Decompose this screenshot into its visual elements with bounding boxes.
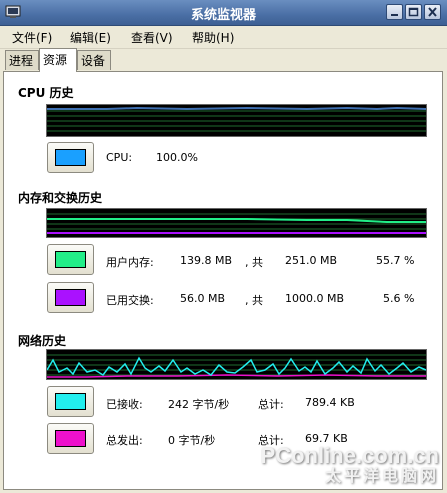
tab-resources[interactable]: 资源 [39, 48, 77, 72]
received-rate: 242 字节/秒 [168, 398, 230, 411]
watermark-line1: PConline.com.cn [260, 443, 439, 468]
cpu-label: CPU: [106, 151, 133, 164]
close-button[interactable] [424, 4, 441, 20]
tab-processes[interactable]: 进程 [5, 50, 39, 70]
title-bar[interactable]: 系统监视器 [0, 0, 447, 26]
swap-total: 1000.0 MB [285, 292, 345, 305]
memory-used: 139.8 MB [180, 254, 233, 267]
swap-used: 56.0 MB [180, 292, 226, 305]
cpu-value: 100.0% [156, 151, 198, 164]
swap-separator: , 共 [245, 294, 263, 307]
swap-label: 已用交换: [106, 294, 154, 307]
menu-help[interactable]: 帮助(H) [188, 28, 238, 47]
swap-color-swatch [55, 289, 86, 306]
received-total: 789.4 KB [305, 396, 355, 409]
cpu-history-heading: CPU 历史 [18, 86, 74, 100]
cpu-history-graph [46, 104, 427, 137]
watermark-line2: 太平洋电脑网 [324, 466, 439, 485]
memory-separator: , 共 [245, 256, 263, 269]
menu-file[interactable]: 文件(F) [8, 28, 56, 47]
watermark-logo: PConline.com.cn 太平洋电脑网 [261, 445, 439, 485]
maximize-button[interactable] [405, 4, 422, 20]
memory-history-heading: 内存和交换历史 [18, 191, 103, 205]
minimize-button[interactable] [386, 4, 403, 20]
cpu-color-button[interactable] [47, 142, 94, 173]
sent-label: 总发出: [106, 434, 143, 447]
sent-color-button[interactable] [47, 423, 94, 454]
cpu-color-swatch [55, 149, 86, 166]
menu-edit[interactable]: 编辑(E) [66, 28, 115, 47]
received-color-swatch [55, 393, 86, 410]
memory-percent: 55.7 % [376, 254, 415, 267]
memory-label: 用户内存: [106, 256, 154, 269]
received-color-button[interactable] [47, 386, 94, 417]
sent-color-swatch [55, 430, 86, 447]
received-total-label: 总计: [258, 398, 284, 411]
network-history-heading: 网络历史 [18, 334, 67, 348]
swap-color-button[interactable] [47, 282, 94, 313]
sent-rate: 0 字节/秒 [168, 434, 216, 447]
memory-history-graph [46, 208, 427, 238]
swap-percent: 5.6 % [383, 292, 415, 305]
menu-bar: 文件(F) 编辑(E) 查看(V) 帮助(H) [0, 26, 447, 49]
tab-devices[interactable]: 设备 [77, 50, 111, 70]
window-title: 系统监视器 [190, 8, 256, 23]
menu-view[interactable]: 查看(V) [127, 28, 177, 47]
memory-color-swatch [55, 251, 86, 268]
memory-color-button[interactable] [47, 244, 94, 275]
network-history-graph [46, 349, 427, 380]
received-label: 已接收: [106, 398, 143, 411]
memory-total: 251.0 MB [285, 254, 338, 267]
